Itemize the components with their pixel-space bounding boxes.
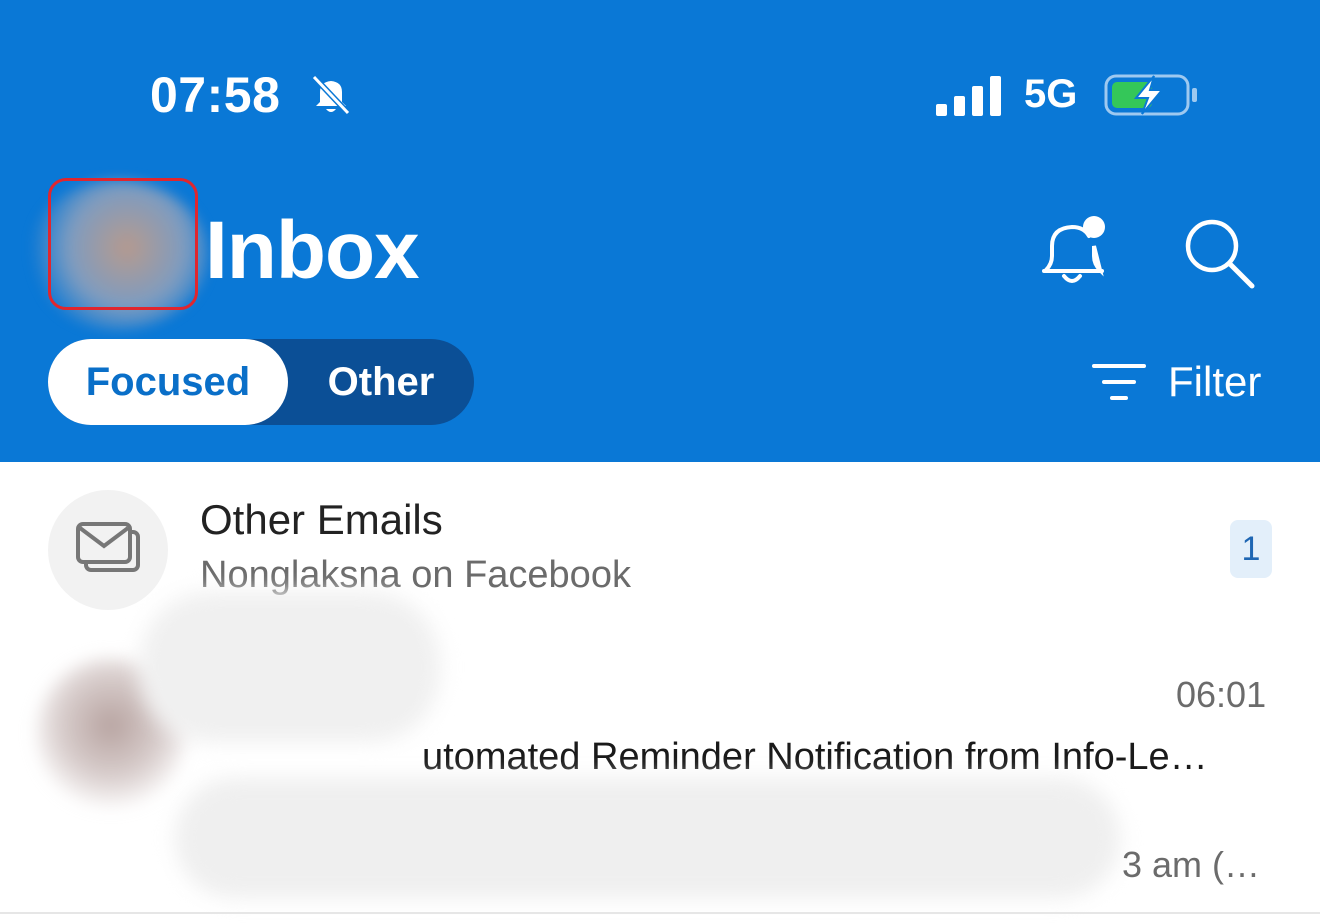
other-emails-avatar — [48, 490, 168, 610]
envelope-stack-icon — [76, 522, 140, 572]
tab-focused[interactable]: Focused — [48, 339, 288, 425]
message-time: 06:01 — [1176, 674, 1267, 715]
sender-name-blurred — [140, 592, 440, 742]
unread-count-badge: 1 — [1230, 520, 1272, 578]
search-icon[interactable] — [1182, 216, 1256, 290]
tab-other[interactable]: Other — [288, 339, 474, 425]
message-preview: 3 am (… — [1122, 844, 1261, 885]
message-preview-blurred — [175, 778, 1120, 898]
inbox-tab-toggle: Focused Other — [48, 339, 474, 425]
filter-icon[interactable] — [1092, 360, 1146, 404]
filter-button[interactable]: Filter — [1168, 358, 1261, 406]
status-time: 07:58 — [150, 67, 281, 123]
divider — [0, 912, 1320, 914]
page-title: Inbox — [205, 205, 420, 296]
app-header: 07:58 5G Inbox Focused Other Filter — [0, 0, 1320, 462]
other-emails-title: Other Emails — [200, 496, 443, 543]
battery-charging-icon — [1104, 74, 1197, 116]
other-emails-sender: Nonglaksna on Facebook — [200, 554, 631, 596]
signal-icon — [936, 76, 1001, 116]
message-subject: utomated Reminder Notification from Info… — [422, 736, 1208, 778]
bell-slash-icon — [311, 74, 351, 116]
message-row[interactable]: 06:01 utomated Reminder Notification fro… — [0, 592, 1320, 923]
notification-bell-icon[interactable] — [1032, 212, 1112, 292]
network-type: 5G — [1024, 72, 1078, 116]
account-avatar-button[interactable] — [48, 178, 198, 310]
